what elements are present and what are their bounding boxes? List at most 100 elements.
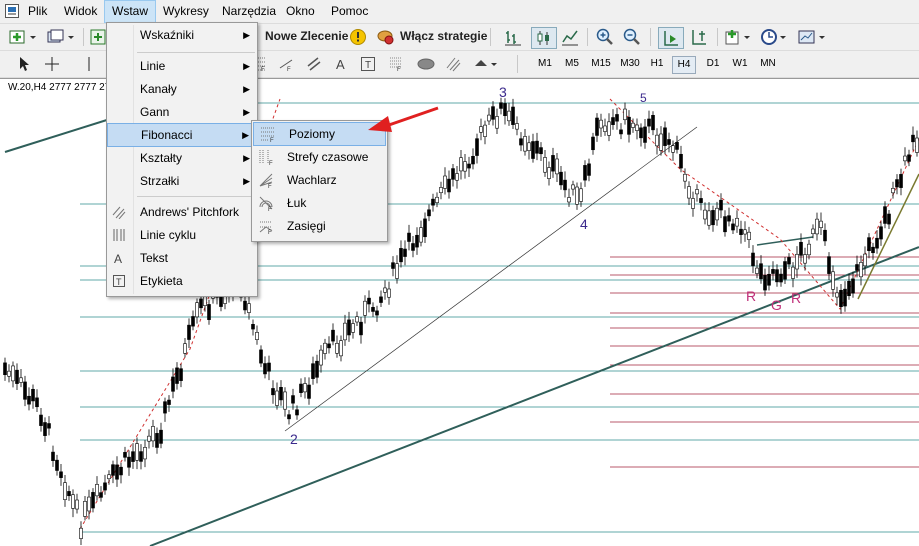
candle-body [707, 210, 711, 226]
auto-scroll-button[interactable] [658, 27, 684, 49]
menu-item-andrews-pitchfork[interactable]: Andrews' Pitchfork [107, 201, 257, 223]
timeframe-m15[interactable]: M15 [588, 56, 614, 72]
profiles-button[interactable] [46, 27, 76, 47]
timeframe-mn[interactable]: MN [756, 56, 780, 72]
navigator-button[interactable] [89, 27, 107, 47]
menu-item-label-tool[interactable]: T Etykieta [107, 270, 257, 292]
timeframe-w1[interactable]: W1 [729, 56, 751, 72]
menu-separator [137, 196, 255, 197]
candle-body [47, 423, 51, 429]
alert-button[interactable] [348, 27, 368, 47]
menu-wstaw[interactable]: Wstaw [104, 0, 156, 23]
menu-item-lines[interactable]: Linie ▶ [107, 55, 257, 77]
pitchfork-tool-button[interactable] [443, 54, 463, 74]
submenu-item-fibo-expansion[interactable]: F Zasięgi [252, 215, 387, 237]
menu-plik[interactable]: Plik [21, 0, 54, 22]
candle-body [631, 122, 635, 128]
timeframe-h4[interactable]: H4 [672, 56, 696, 74]
candle-body [59, 471, 63, 478]
candle-body [167, 399, 171, 405]
candle-body [95, 484, 99, 497]
candle-body [839, 289, 843, 308]
menu-item-channels[interactable]: Kanały ▶ [107, 78, 257, 100]
menu-wykresy[interactable]: Wykresy [156, 0, 216, 22]
candle-body [679, 153, 683, 169]
strategies-icon-button[interactable] [375, 27, 397, 47]
menu-widok[interactable]: Widok [57, 0, 104, 22]
svg-text:F: F [287, 67, 291, 72]
menu-item-text[interactable]: A Tekst [107, 247, 257, 269]
candle-body [435, 196, 439, 204]
timeframe-m30[interactable]: M30 [617, 56, 643, 72]
menu-item-gann[interactable]: Gann ▶ [107, 101, 257, 123]
candle-body [439, 187, 443, 194]
periodicity-button[interactable] [760, 27, 790, 47]
candle-body [739, 228, 743, 235]
indicators-button[interactable] [724, 27, 754, 47]
candle-body [811, 228, 815, 235]
zoom-in-button[interactable] [595, 27, 615, 47]
submenu-item-fibo-arcs[interactable]: F Łuk [252, 192, 387, 214]
text-tool-button[interactable]: A [331, 54, 351, 74]
timeframe-m5[interactable]: M5 [561, 56, 583, 72]
cursor-button[interactable] [14, 54, 34, 74]
candle-body [395, 263, 399, 279]
menu-item-cycle-lines[interactable]: Linie cyklu [107, 224, 257, 246]
candle-body [443, 175, 447, 189]
candle-body [387, 288, 391, 298]
submenu-item-fibo-time-zones[interactable]: F Strefy czasowe [252, 146, 387, 168]
candle-body [367, 297, 371, 305]
candle-body [647, 118, 651, 127]
candle-body [875, 237, 879, 249]
candle-body [635, 124, 639, 131]
candle-body [719, 199, 723, 211]
zoom-out-button[interactable] [622, 27, 642, 47]
candle-body [199, 298, 203, 309]
crosshair-button[interactable] [42, 54, 62, 74]
candle-body [87, 496, 91, 512]
candle-body [135, 443, 139, 461]
candle-body [7, 370, 11, 377]
timeframe-h1[interactable]: H1 [646, 56, 668, 72]
arrows-tool-button[interactable] [472, 54, 502, 74]
new-order-button[interactable]: Nowe Zlecenie [265, 29, 348, 43]
channel-tool-button[interactable] [304, 54, 324, 74]
ellipse-tool-button[interactable] [414, 54, 438, 74]
bar-chart-button[interactable] [503, 27, 523, 47]
candle-body [147, 435, 151, 442]
new-chart-button[interactable] [8, 27, 38, 47]
label-tool-button[interactable]: T [358, 54, 378, 74]
menu-okno[interactable]: Okno [279, 0, 322, 22]
menu-item-arrows[interactable]: Strzałki ▶ [107, 170, 257, 192]
candle-body [815, 218, 819, 235]
menu-item-indicators[interactable]: Wskaźniki ▶ [107, 24, 257, 46]
candlestick-button[interactable] [531, 27, 557, 49]
candle-body [515, 123, 519, 130]
fibo-arc-tool-button[interactable]: F [386, 54, 406, 74]
fibo-time-tool-button[interactable]: F [276, 54, 296, 74]
enable-strategies-button[interactable]: Włącz strategie [400, 29, 487, 43]
candle-body [859, 262, 863, 278]
menu-item-fibonacci[interactable]: Fibonacci ▶ [107, 123, 257, 147]
candle-body [487, 114, 491, 122]
candle-body [335, 342, 339, 354]
chart-shift-button[interactable] [688, 27, 710, 47]
wave-label-3: 3 [499, 84, 507, 100]
candle-body [823, 229, 827, 242]
candle-body [43, 422, 47, 436]
menu-pomoc[interactable]: Pomoc [324, 0, 375, 22]
candle-body [895, 179, 899, 188]
line-chart-button[interactable] [560, 27, 580, 47]
toolbar-separator [490, 28, 491, 46]
menu-item-shapes[interactable]: Kształty ▶ [107, 147, 257, 169]
submenu-item-fibo-fan[interactable]: F Wachlarz [252, 169, 387, 191]
templates-button[interactable] [797, 27, 827, 47]
timeframe-m1[interactable]: M1 [534, 56, 556, 72]
fibo-retracement-icon: F [260, 126, 276, 144]
vertical-line-button[interactable] [82, 54, 96, 74]
channel-icon [307, 57, 321, 71]
label-icon: T [112, 274, 126, 288]
menu-narzedzia[interactable]: Narzędzia [215, 0, 283, 22]
templates-icon [798, 30, 825, 44]
timeframe-d1[interactable]: D1 [702, 56, 724, 72]
